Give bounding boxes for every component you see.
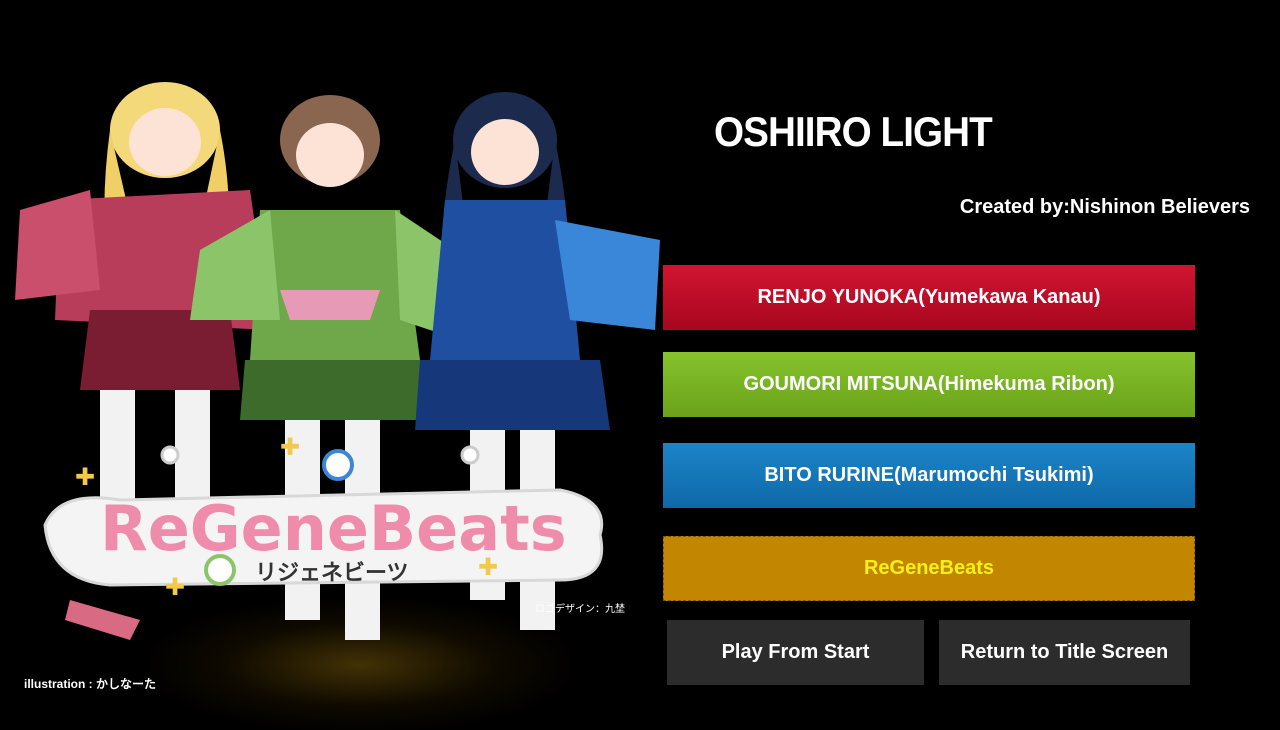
illustration-credit: illustration : かしなーた <box>24 677 157 691</box>
song-title: OSHIIRO LIGHT <box>714 108 993 155</box>
character-button-label: ReGeneBeats <box>863 557 995 579</box>
song-creator: Created by:Nishinon Believers <box>959 196 1250 218</box>
character-button-label: GOUMORI MITSUNA(Himekuma Ribon) <box>743 373 1115 395</box>
character-button-label: BITO RURINE(Marumochi Tsukimi) <box>764 464 1094 486</box>
return-to-title-label: Return to Title Screen <box>960 641 1169 663</box>
svg-text:✚: ✚ <box>75 464 95 491</box>
character-button-renjo-yunoka[interactable]: RENJO YUNOKA(Yumekawa Kanau) <box>663 265 1195 330</box>
svg-text:✚: ✚ <box>165 574 185 601</box>
logo-credit: ロゴデザイン：九埜 <box>535 604 625 615</box>
play-from-start-label: Play From Start <box>721 641 870 663</box>
character-button-goumori-mitsuna[interactable]: GOUMORI MITSUNA(Himekuma Ribon) <box>663 352 1195 417</box>
character-button-label: RENJO YUNOKA(Yumekawa Kanau) <box>757 286 1101 308</box>
character-artwork: ReGeneBeats リジェネビーツ ✚ ✚ ✚ ✚ <box>15 82 660 640</box>
play-from-start-button[interactable]: Play From Start <box>667 620 924 685</box>
character-button-regenebeats[interactable]: ReGeneBeats <box>663 536 1195 601</box>
svg-text:✚: ✚ <box>478 554 498 581</box>
svg-text:✚: ✚ <box>280 434 300 461</box>
logo-kana: リジェネビーツ <box>255 560 409 585</box>
return-to-title-button[interactable]: Return to Title Screen <box>939 620 1190 685</box>
character-button-bito-rurine[interactable]: BITO RURINE(Marumochi Tsukimi) <box>663 443 1195 508</box>
